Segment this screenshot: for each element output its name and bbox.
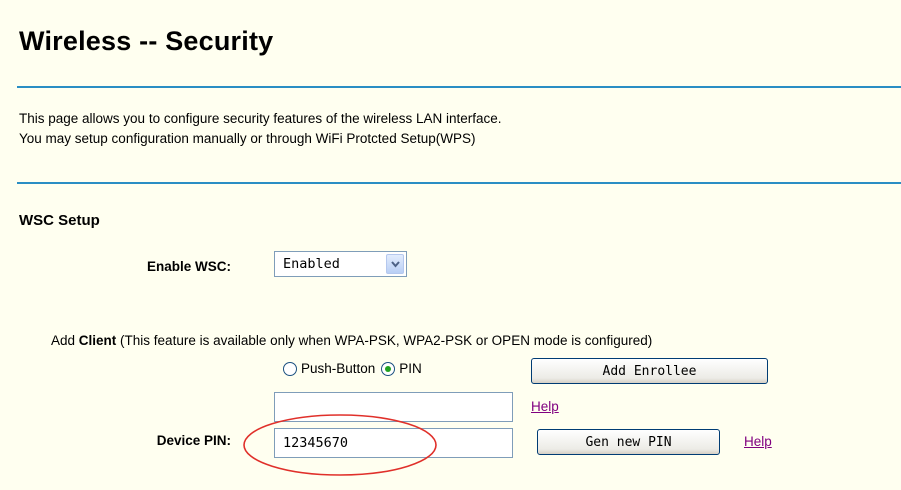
add-client-text: Add Client (This feature is available on… bbox=[51, 333, 652, 348]
chevron-down-icon[interactable] bbox=[386, 254, 404, 274]
section-title-wsc-setup: WSC Setup bbox=[19, 212, 100, 229]
enrollee-mode-radio-group: Push-Button PIN bbox=[283, 361, 428, 376]
help-link-enrollee[interactable]: Help bbox=[531, 399, 559, 414]
description-divider bbox=[17, 182, 901, 184]
device-pin-label: Device PIN: bbox=[156, 433, 231, 448]
radio-push-button-label: Push-Button bbox=[301, 361, 376, 376]
enable-wsc-label: Enable WSC: bbox=[146, 259, 231, 274]
radio-push-button[interactable] bbox=[283, 361, 297, 376]
radio-pin[interactable] bbox=[381, 361, 396, 376]
enable-wsc-selected-value: Enabled bbox=[283, 256, 340, 272]
page-description-line1: This page allows you to configure securi… bbox=[19, 111, 502, 126]
gen-new-pin-button[interactable]: Gen new PIN bbox=[537, 429, 720, 455]
radio-pin-label: PIN bbox=[399, 361, 422, 376]
help-link-device-pin[interactable]: Help bbox=[744, 434, 772, 449]
header-divider bbox=[17, 86, 901, 88]
add-client-prefix: Add bbox=[51, 333, 79, 348]
add-enrollee-button[interactable]: Add Enrollee bbox=[531, 358, 768, 384]
page-title: Wireless -- Security bbox=[19, 26, 274, 56]
red-ellipse-annotation bbox=[243, 414, 437, 476]
add-client-suffix: (This feature is available only when WPA… bbox=[116, 333, 653, 348]
page-description-line2: You may setup configuration manually or … bbox=[19, 131, 476, 146]
add-client-bold: Client bbox=[78, 333, 117, 348]
enable-wsc-select[interactable]: Enabled bbox=[274, 251, 407, 277]
radio-selected-dot bbox=[385, 365, 392, 372]
